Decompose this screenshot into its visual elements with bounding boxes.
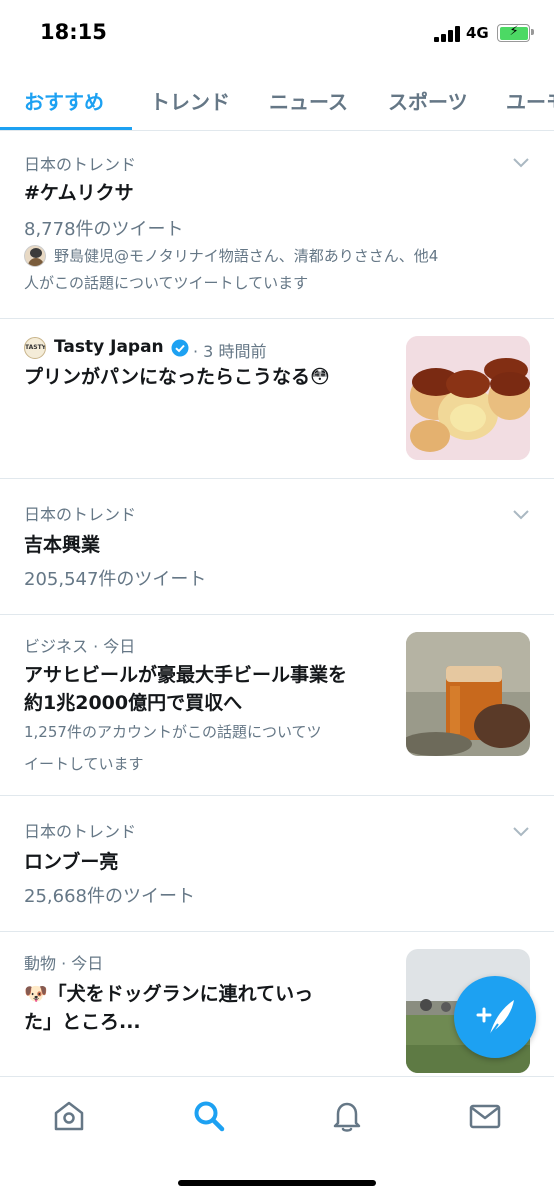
active-tab-indicator [0,127,132,130]
trend-title: 吉本興業 [24,534,101,556]
moment-thumbnail[interactable] [406,336,530,460]
moment-category: ビジネス · 今日 [24,637,136,656]
status-bar: 18:15 4G ⚡ [0,0,554,70]
moment-item[interactable]: TASTY Tasty Japan · 3 時間前 プリンがパンになったらこうな… [0,319,554,479]
signal-icon [434,26,461,42]
avatar [24,245,46,267]
moment-thumbnail[interactable] [406,632,530,756]
tab-recommended[interactable]: おすすめ [24,86,104,115]
tasty-avatar: TASTY [24,337,46,359]
chevron-down-icon[interactable] [512,822,530,840]
trend-description-cont: 人がこの話題についてツイートしています [24,274,309,292]
tweet-count: 205,547件のツイート [24,569,207,590]
explore-feed: 日本のトレンド #ケムリクサ 8,778件のツイート 野島健児@モノタリナイ物語… [0,131,554,1082]
messages-mail-icon[interactable] [468,1099,502,1133]
moment-title-cont: 約1兆2000億円で買収へ [24,692,243,714]
moment-category: 動物 · 今日 [24,954,104,973]
tweet-count: 8,778件のツイート [24,219,184,240]
battery-icon: ⚡ [497,24,534,42]
author-name: Tasty Japan [54,337,164,357]
notifications-bell-icon[interactable] [330,1099,364,1133]
moment-description: 1,257件のアカウントがこの話題についてツ [24,723,322,741]
trend-title: #ケムリクサ [24,182,134,204]
trend-description: 野島健児@モノタリナイ物語さん、清都ありささん、他4 [54,247,439,265]
tab-trends[interactable]: トレンド [150,86,230,115]
tab-sports[interactable]: スポーツ [388,86,468,115]
moment-title: プリンがパンになったらこうなる😳 [24,366,330,388]
compose-feather-icon [476,1000,514,1039]
trend-category: 日本のトレンド [24,155,137,174]
post-time: · 3 時間前 [193,342,267,361]
trend-item[interactable]: 日本のトレンド 吉本興業 205,547件のツイート [0,479,554,615]
compose-tweet-button[interactable] [454,976,536,1058]
explore-tabs: おすすめ トレンド ニュース スポーツ ユーモ [0,70,554,131]
home-indicator[interactable] [178,1180,376,1186]
chevron-down-icon[interactable] [512,153,530,171]
trend-item[interactable]: 日本のトレンド #ケムリクサ 8,778件のツイート 野島健児@モノタリナイ物語… [0,131,554,319]
moment-title-cont: た」ところ... [24,1011,141,1033]
status-time: 18:15 [40,20,107,44]
tab-news[interactable]: ニュース [269,86,348,115]
tweet-count: 25,668件のツイート [24,886,195,907]
trend-title: ロンブー亮 [24,851,119,873]
home-icon[interactable] [52,1099,86,1133]
verified-badge-icon [171,339,189,357]
tab-humor[interactable]: ユーモ [506,86,554,115]
moment-item[interactable]: ビジネス · 今日 アサヒビールが豪最大手ビール事業を 約1兆2000億円で買収… [0,615,554,796]
trend-category: 日本のトレンド [24,822,137,841]
trend-category: 日本のトレンド [24,505,137,524]
search-icon[interactable] [192,1099,226,1133]
trend-item[interactable]: 日本のトレンド ロンブー亮 25,668件のツイート [0,796,554,932]
moment-description-cont: イートしています [24,755,144,773]
chevron-down-icon[interactable] [512,505,530,523]
network-type: 4G [466,24,489,42]
